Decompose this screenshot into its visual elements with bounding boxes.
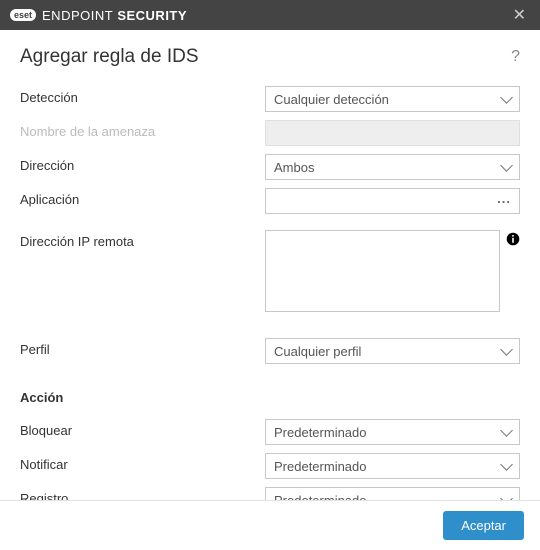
footer: Aceptar: [0, 500, 540, 550]
label-perfil: Perfil: [20, 338, 265, 357]
select-bloquear[interactable]: Predeterminado: [265, 419, 520, 445]
section-accion: Acción: [20, 390, 520, 405]
label-direccion-ip: Dirección IP remota: [20, 230, 265, 249]
brand: eset ENDPOINT SECURITY: [10, 8, 187, 23]
select-direccion-value: Ambos: [274, 160, 314, 175]
info-icon[interactable]: [506, 230, 520, 249]
label-nombre-amenaza: Nombre de la amenaza: [20, 120, 265, 139]
select-deteccion-value: Cualquier detección: [274, 92, 389, 107]
input-aplicacion[interactable]: ...: [265, 188, 520, 214]
brand-strong: SECURITY: [117, 8, 187, 23]
label-direccion: Dirección: [20, 154, 265, 173]
select-perfil-value: Cualquier perfil: [274, 344, 361, 359]
help-icon[interactable]: ?: [511, 48, 520, 66]
select-deteccion[interactable]: Cualquier detección: [265, 86, 520, 112]
content: Agregar regla de IDS ? Detección Cualqui…: [0, 30, 540, 533]
input-nombre-amenaza: [265, 120, 520, 146]
brand-text: ENDPOINT: [42, 8, 113, 23]
page-title: Agregar regla de IDS: [20, 46, 511, 68]
brand-badge: eset: [10, 9, 36, 21]
label-aplicacion: Aplicación: [20, 188, 265, 207]
titlebar: eset ENDPOINT SECURITY ✕: [0, 0, 540, 30]
close-icon[interactable]: ✕: [509, 5, 530, 25]
select-bloquear-value: Predeterminado: [274, 425, 367, 440]
textarea-direccion-ip[interactable]: [265, 230, 500, 312]
select-direccion[interactable]: Ambos: [265, 154, 520, 180]
select-notificar[interactable]: Predeterminado: [265, 453, 520, 479]
select-notificar-value: Predeterminado: [274, 459, 367, 474]
label-bloquear: Bloquear: [20, 419, 265, 438]
accept-button[interactable]: Aceptar: [443, 511, 524, 540]
browse-aplicacion-button[interactable]: ...: [497, 191, 511, 206]
label-notificar: Notificar: [20, 453, 265, 472]
label-deteccion: Detección: [20, 86, 265, 105]
select-perfil[interactable]: Cualquier perfil: [265, 338, 520, 364]
